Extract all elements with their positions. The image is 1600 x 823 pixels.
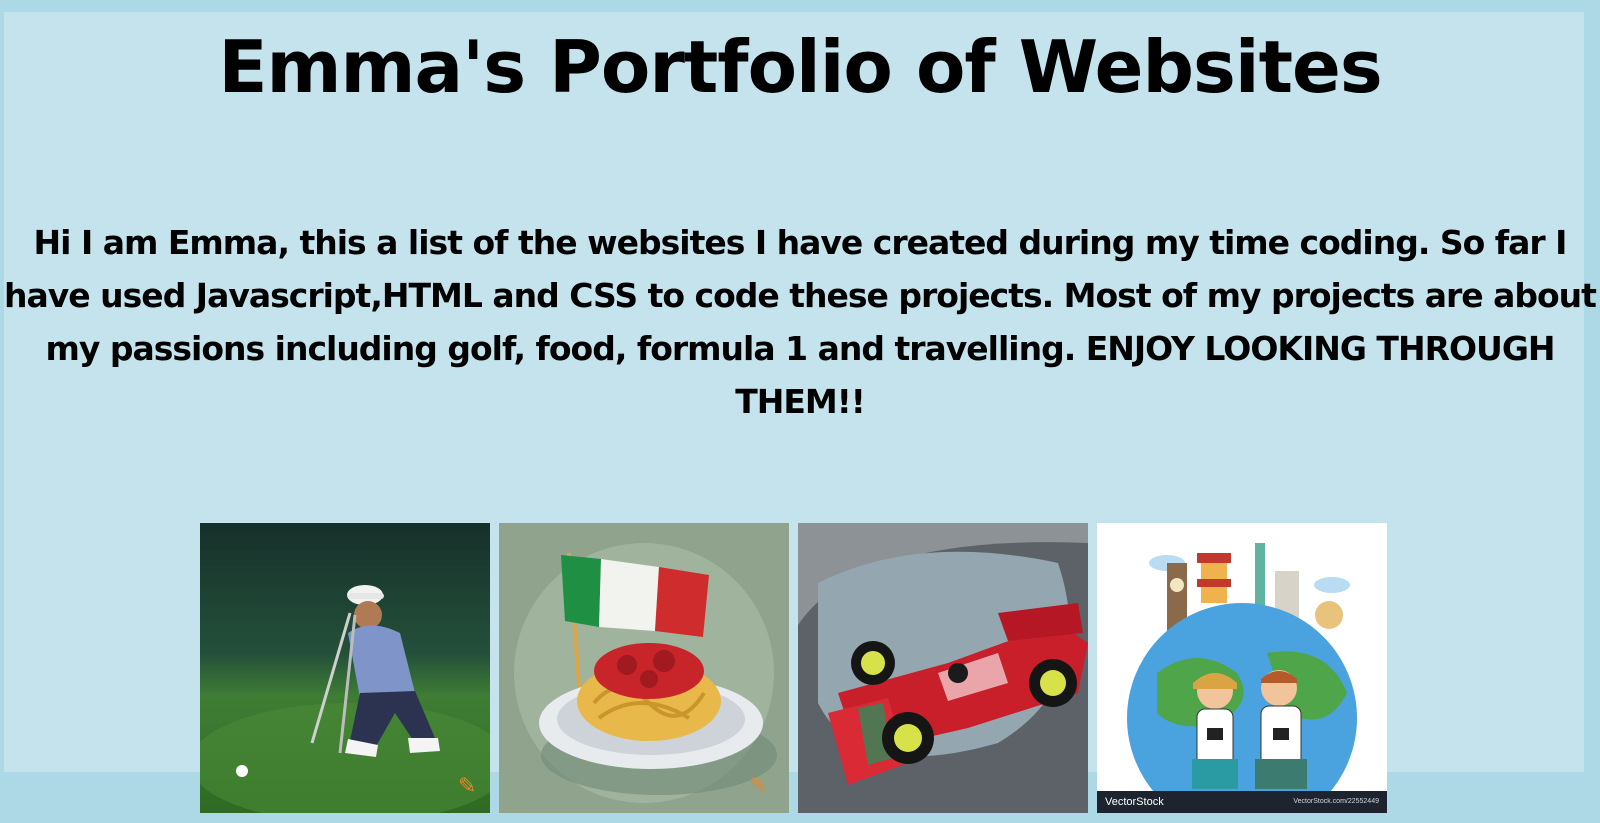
f1-project-card[interactable]	[798, 523, 1088, 813]
project-gallery: ✎ ✎ VectorStock VectorStock.com/22552449	[200, 523, 1387, 813]
golfer-image: ✎	[200, 523, 490, 813]
travel-project-card[interactable]: VectorStock VectorStock.com/22552449	[1097, 523, 1387, 813]
f1-race-car-image	[798, 523, 1088, 813]
image-credit-bar: VectorStock VectorStock.com/22552449	[1097, 791, 1387, 813]
credit-brand: VectorStock	[1105, 796, 1164, 808]
food-project-card[interactable]: ✎	[499, 523, 789, 813]
world-travellers-image	[1097, 523, 1387, 813]
intro-paragraph: Hi I am Emma, this a list of the website…	[4, 223, 1597, 421]
credit-id: VectorStock.com/22552449	[1293, 798, 1379, 805]
portfolio-page: Emma's Portfolio of Websites Hi I am Emm…	[0, 0, 1600, 823]
svg-text:✎: ✎	[458, 774, 476, 799]
page-title: Emma's Portfolio of Websites	[218, 25, 1382, 109]
spaghetti-italy-flag-image: ✎	[499, 523, 789, 813]
golf-project-card[interactable]: ✎	[200, 523, 490, 813]
svg-text:✎: ✎	[749, 774, 767, 799]
